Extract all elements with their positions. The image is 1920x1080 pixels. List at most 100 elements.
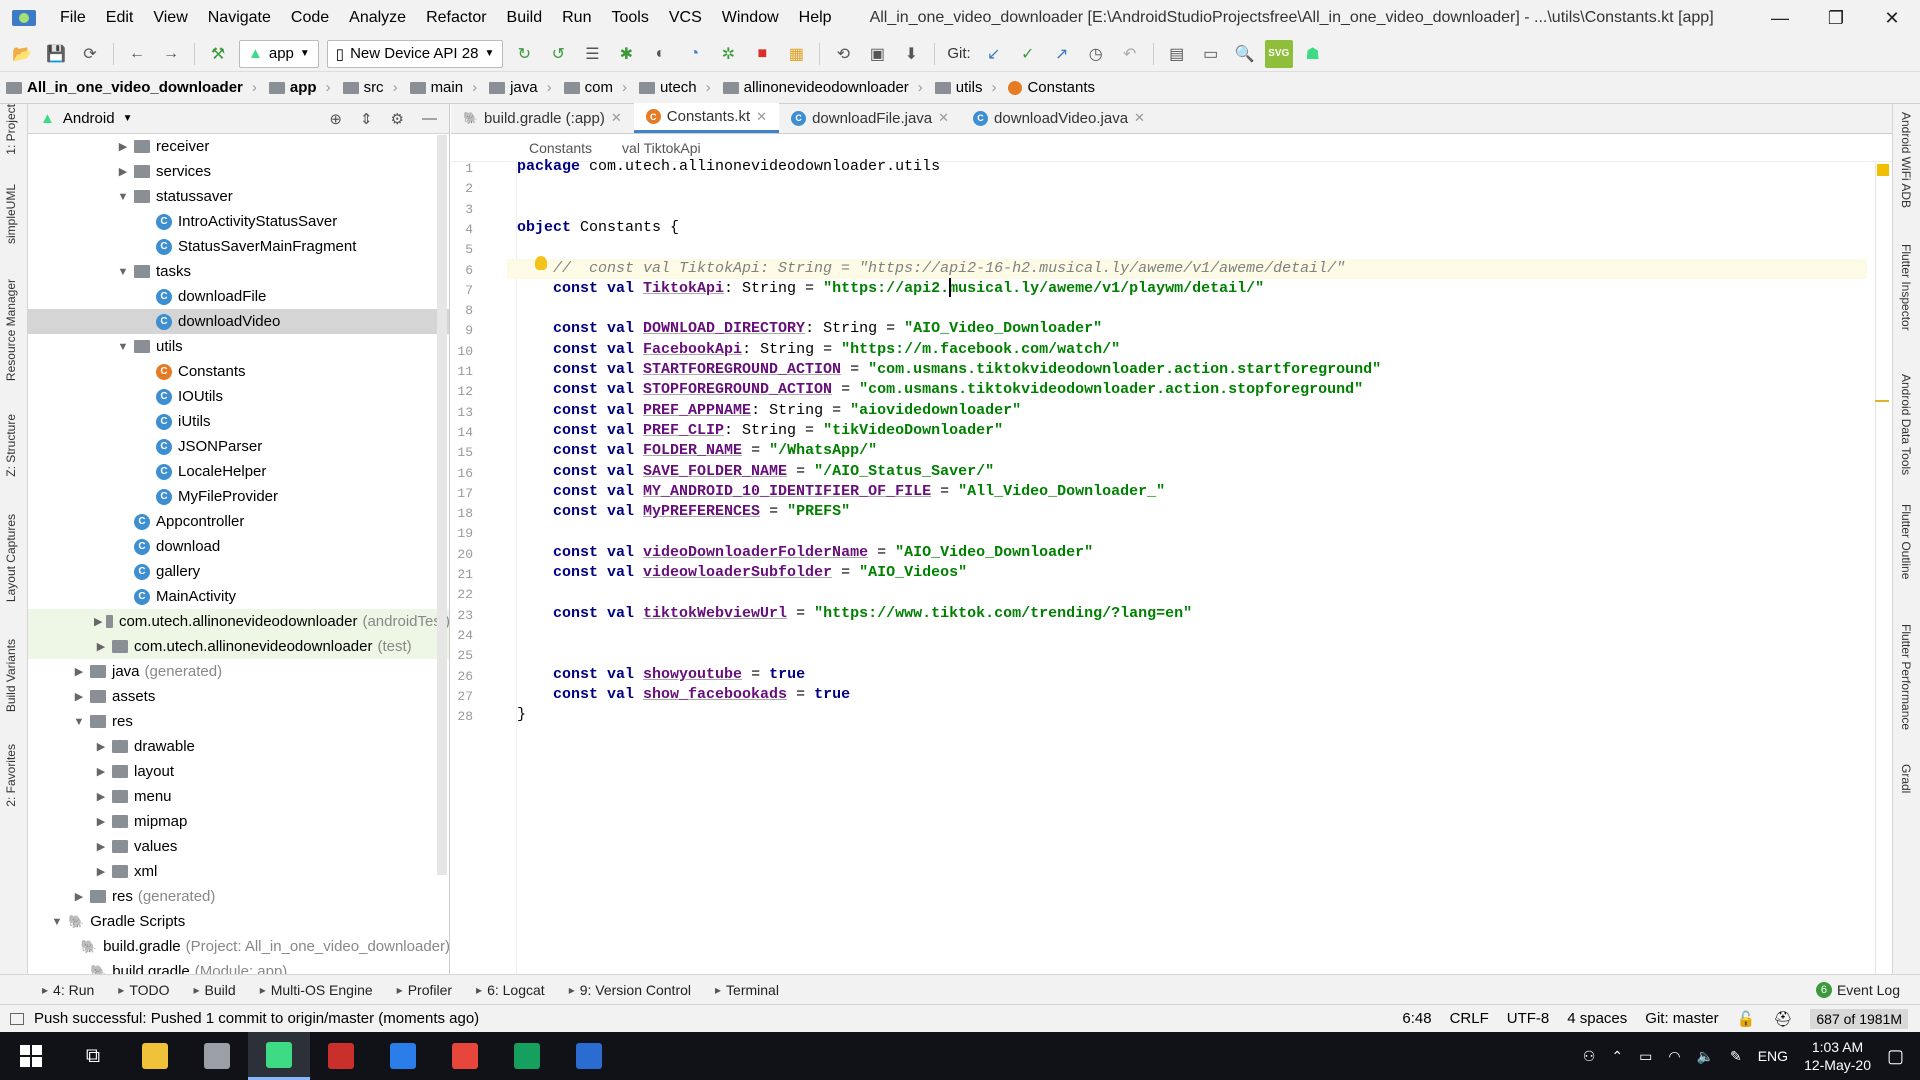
menu-item-view[interactable]: View [143, 9, 197, 27]
code-line[interactable] [507, 238, 1867, 258]
maximize-button[interactable]: ❐ [1808, 0, 1864, 36]
gradle-sync-icon[interactable]: ⟲ [829, 40, 857, 68]
git-push-icon[interactable]: ↗ [1048, 40, 1076, 68]
tree-node[interactable]: ▼ utils [28, 334, 449, 359]
inspector-icon[interactable]: ⛑ [1773, 1010, 1792, 1028]
back-icon[interactable]: ← [123, 40, 151, 68]
expand-right-icon[interactable]: ▶ [94, 765, 108, 778]
code-line[interactable]: const val SAVE_FOLDER_NAME = "/AIO_Statu… [507, 462, 1867, 482]
right-tool-tab[interactable]: Flutter Outline [1899, 504, 1913, 579]
open-folder-icon[interactable]: 📂 [8, 40, 36, 68]
tree-node[interactable]: CiUtils [28, 409, 449, 434]
close-tab-icon[interactable]: ✕ [938, 110, 949, 126]
locate-icon[interactable]: ⊕ [329, 110, 342, 128]
right-tool-tab[interactable]: Android WiFi ADB [1899, 112, 1913, 208]
code-line[interactable]: const val FOLDER_NAME = "/WhatsApp/" [507, 441, 1867, 461]
code-line[interactable]: // const val TiktokApi: String = "https:… [507, 259, 1867, 280]
tree-node[interactable]: Cdownload [28, 534, 449, 559]
code-line[interactable] [507, 624, 1867, 644]
project-view-icon[interactable]: ▤ [1163, 40, 1191, 68]
project-structure-icon[interactable]: ▦ [782, 40, 810, 68]
code-line[interactable]: const val videowloaderSubfolder = "AIO_V… [507, 563, 1867, 583]
code-line[interactable] [507, 644, 1867, 664]
bottom-tool-multi-os-engine[interactable]: ▸ Multi-OS Engine [248, 982, 385, 998]
chrome-icon[interactable] [434, 1032, 496, 1080]
attach-debugger-icon[interactable]: ✲ [714, 40, 742, 68]
tree-node[interactable]: ▶ menu [28, 784, 449, 809]
tree-node[interactable]: C IntroActivityStatusSaver [28, 209, 449, 234]
breadcrumb-item[interactable]: Constants [1002, 72, 1101, 104]
tree-node[interactable]: CdownloadVideo [28, 309, 449, 334]
event-log-button[interactable]: 6 Event Log [1804, 981, 1920, 998]
expand-right-icon[interactable]: ▶ [94, 790, 108, 803]
tree-node[interactable]: C MyFileProvider [28, 484, 449, 509]
sdk-manager-icon[interactable]: ⬇ [897, 40, 925, 68]
code-line[interactable]: object Constants { [507, 218, 1867, 238]
chevron-up-icon[interactable]: ⌃ [1611, 1048, 1623, 1065]
expand-right-icon[interactable]: ▶ [94, 640, 108, 653]
menu-item-edit[interactable]: Edit [96, 9, 144, 27]
close-tab-icon[interactable]: ✕ [611, 110, 622, 126]
menu-item-help[interactable]: Help [789, 9, 842, 27]
android-icon[interactable]: ☗ [1299, 40, 1327, 68]
bottom-tool-profiler[interactable]: ▸ Profiler [385, 982, 464, 998]
language-indicator[interactable]: ENG [1758, 1048, 1788, 1064]
tree-node[interactable]: ▶ res (generated) [28, 884, 449, 909]
history-icon[interactable]: ◷ [1082, 40, 1110, 68]
expand-right-icon[interactable]: ▶ [72, 665, 86, 678]
expand-right-icon[interactable]: ▶ [94, 865, 108, 878]
printer-app-icon[interactable] [186, 1032, 248, 1080]
breadcrumb-item[interactable]: app › [263, 72, 337, 104]
breadcrumb-item[interactable]: main › [404, 72, 484, 104]
tree-node[interactable]: C StatusSaverMainFragment [28, 234, 449, 259]
wifi-icon[interactable]: ◠ [1668, 1048, 1680, 1065]
bottom-tool-9-version-control[interactable]: ▸ 9: Version Control [557, 982, 703, 998]
expand-right-icon[interactable]: ▶ [72, 690, 86, 703]
tree-node[interactable]: C Constants [28, 359, 449, 384]
list-icon[interactable]: ☰ [578, 40, 606, 68]
profile-icon[interactable]: ◔ [680, 40, 708, 68]
editor-tab[interactable]: CdownloadFile.java ✕ [779, 103, 961, 133]
coverage-icon[interactable]: ◐ [646, 40, 674, 68]
clock[interactable]: 1:03 AM 12-May-20 [1804, 1038, 1871, 1074]
chevron-down-icon[interactable]: ▼ [123, 113, 133, 124]
breadcrumb-item[interactable]: src › [337, 72, 404, 104]
code-line[interactable]: const val show_facebookads = true [507, 685, 1867, 705]
windows-start-icon[interactable] [0, 1032, 62, 1080]
tree-node[interactable]: C MainActivity [28, 584, 449, 609]
expand-down-icon[interactable]: ▼ [116, 266, 130, 278]
menu-item-analyze[interactable]: Analyze [339, 9, 416, 27]
menu-item-code[interactable]: Code [281, 9, 339, 27]
pen-icon[interactable]: ✎ [1730, 1048, 1742, 1065]
breadcrumb-item[interactable]: utech › [633, 72, 717, 104]
expand-down-icon[interactable]: ▼ [116, 191, 130, 203]
code-line[interactable]: const val showyoutube = true [507, 665, 1867, 685]
status-message[interactable]: Push successful: Pushed 1 commit to orig… [0, 1010, 479, 1027]
project-scrollbar[interactable] [437, 135, 447, 875]
left-tool-tab[interactable]: 1: Project [4, 104, 18, 155]
intention-bulb-icon[interactable] [535, 256, 547, 270]
expand-right-icon[interactable]: ▶ [116, 140, 130, 153]
mail-app-icon[interactable] [372, 1032, 434, 1080]
analysis-status-icon[interactable] [1877, 164, 1889, 176]
menu-item-navigate[interactable]: Navigate [198, 9, 281, 27]
hide-icon[interactable]: — [422, 110, 437, 128]
left-tool-tab[interactable]: 2: Favorites [4, 744, 18, 807]
apply-changes-icon[interactable]: ↻ [510, 40, 538, 68]
expand-down-icon[interactable]: ▼ [50, 916, 64, 928]
green-app-icon[interactable] [496, 1032, 558, 1080]
right-tool-tab[interactable]: Flutter Performance [1899, 624, 1913, 730]
build-hammer-icon[interactable]: ⚒ [204, 40, 232, 68]
apply-code-changes-icon[interactable]: ↺ [544, 40, 572, 68]
right-tool-tab[interactable]: Android Data Tools [1899, 374, 1913, 475]
task-view-icon[interactable]: ⧉ [62, 1032, 124, 1080]
tree-node[interactable]: ▼ res [28, 709, 449, 734]
caret-position[interactable]: 6:48 [1402, 1010, 1431, 1027]
svg-plugin-icon[interactable]: SVG [1264, 39, 1293, 68]
people-icon[interactable]: ⚇ [1583, 1048, 1596, 1065]
code-line[interactable] [507, 198, 1867, 218]
menu-item-build[interactable]: Build [497, 9, 553, 27]
line-separator[interactable]: CRLF [1450, 1010, 1489, 1027]
menu-item-tools[interactable]: Tools [601, 9, 658, 27]
indent-setting[interactable]: 4 spaces [1567, 1010, 1627, 1027]
